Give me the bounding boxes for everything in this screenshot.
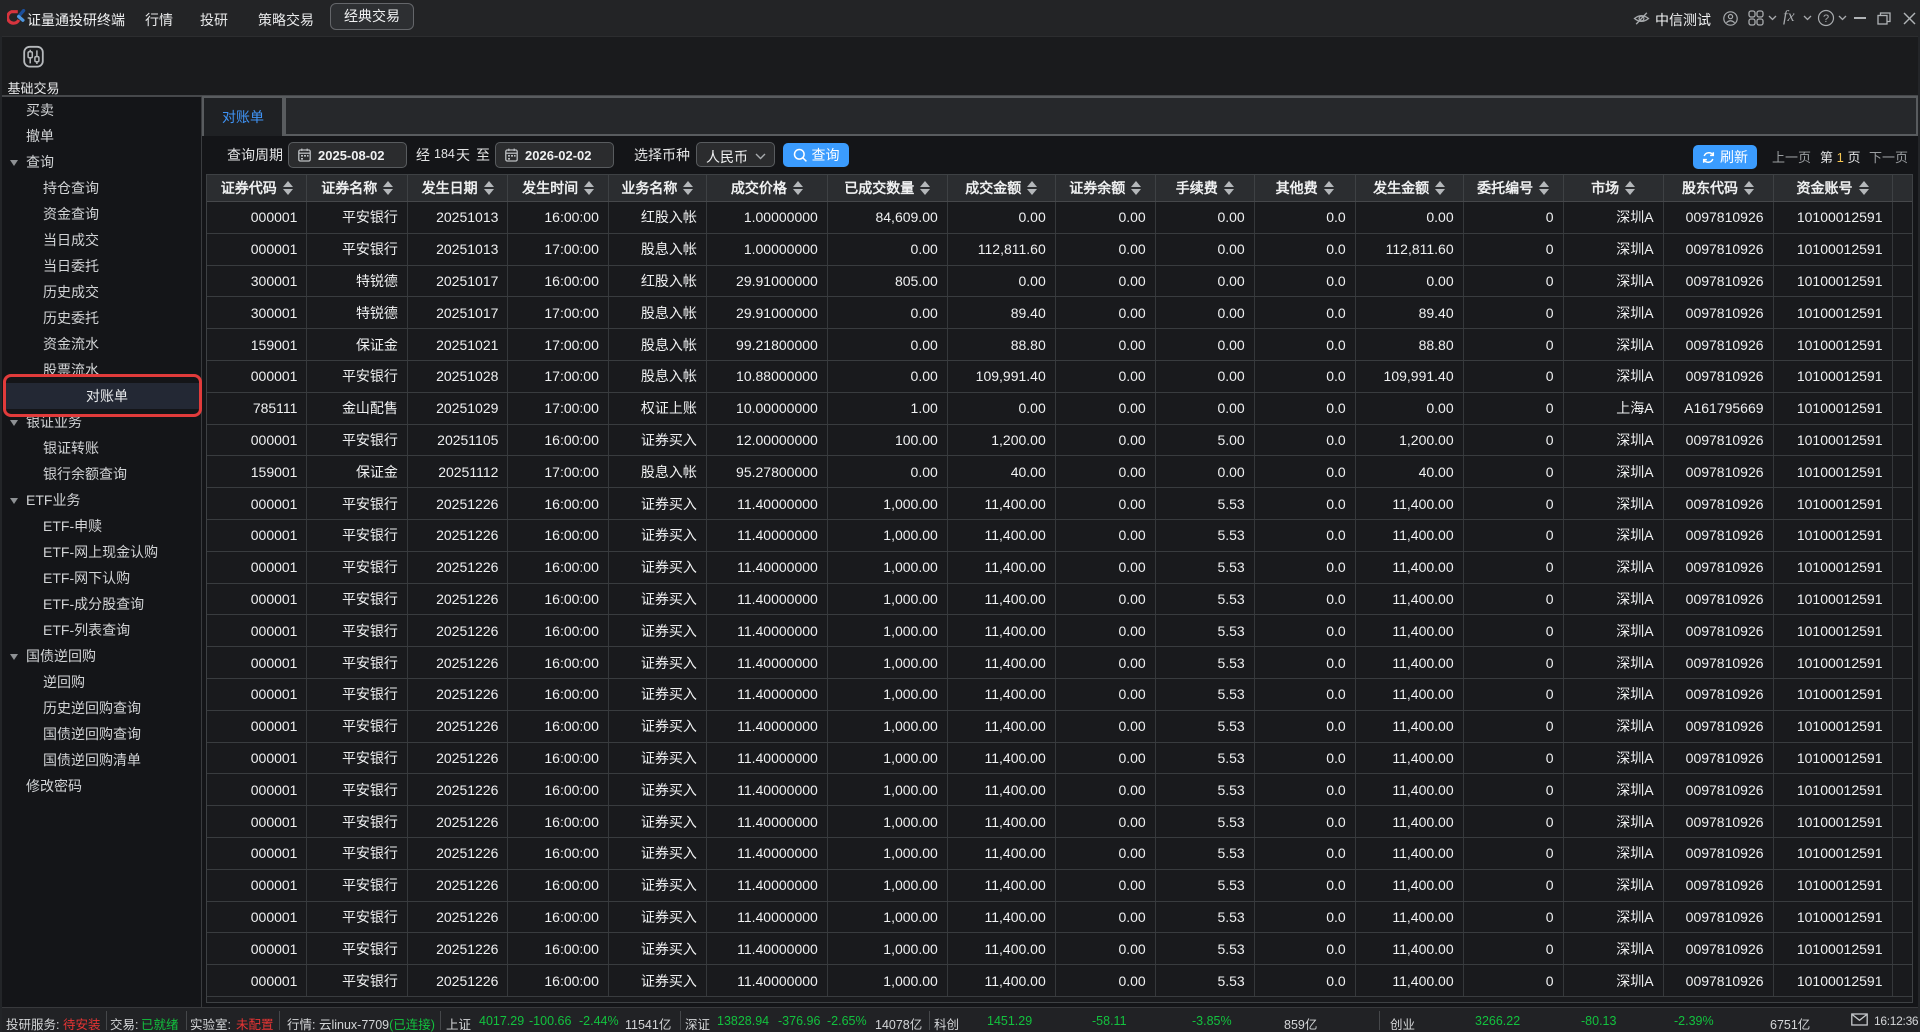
svg-text:?: ? [1823, 13, 1829, 25]
